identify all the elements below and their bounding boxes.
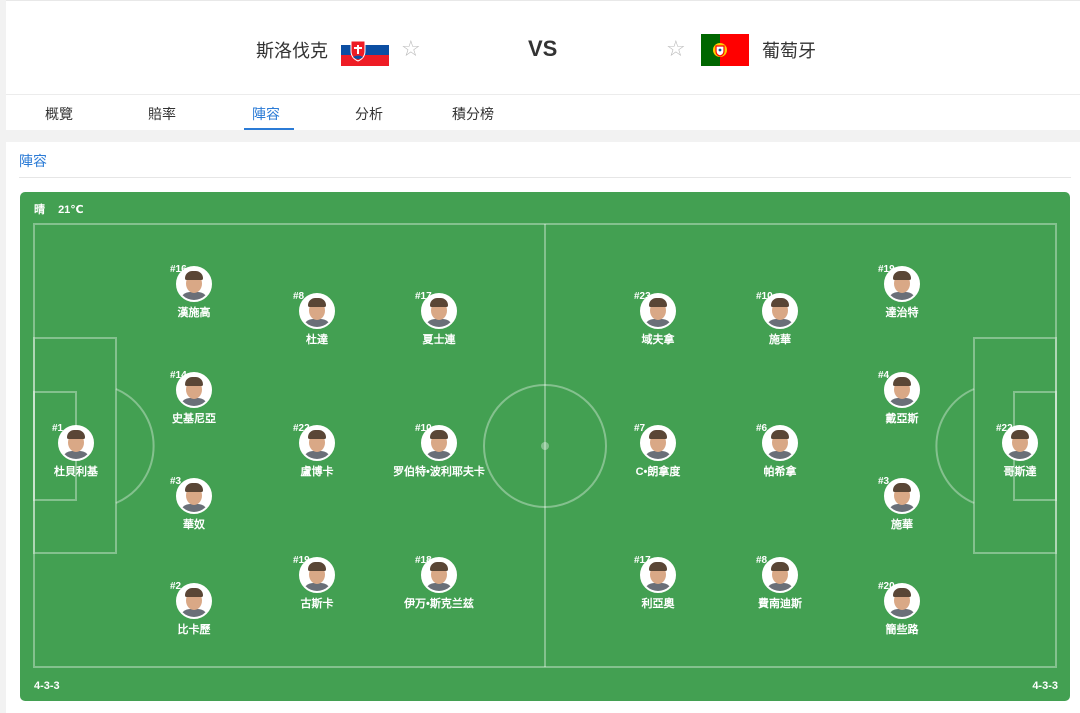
player-number: #17: [634, 555, 651, 566]
player-avatar: [299, 293, 335, 329]
tab-overview[interactable]: 概覽: [45, 104, 73, 124]
player-avatar: [762, 557, 798, 593]
away-player[interactable]: #6 帕希拿: [725, 423, 835, 479]
away-player[interactable]: #10 施華: [725, 291, 835, 347]
weather-temperature: 21℃: [58, 204, 84, 216]
player-number: #19: [878, 264, 895, 275]
away-player[interactable]: #23 域夫拿: [603, 291, 713, 347]
player-name: 施華: [891, 519, 913, 531]
player-number: #19: [293, 555, 310, 566]
away-player[interactable]: #20 簡些路: [847, 581, 957, 637]
player-name: 域夫拿: [641, 334, 675, 346]
tab-analysis[interactable]: 分析: [355, 104, 383, 124]
player-avatar: [640, 425, 676, 461]
player-name: 杜達: [306, 334, 328, 346]
away-player[interactable]: #19 達治特: [847, 264, 957, 320]
player-name: 伊万•斯克兰兹: [404, 598, 474, 610]
away-player[interactable]: #7 C•朗拿度: [603, 423, 713, 479]
home-player[interactable]: #8 杜達: [262, 291, 372, 347]
player-name: 杜貝利基: [54, 466, 98, 478]
home-player[interactable]: #22 盧博卡: [262, 423, 372, 479]
player-avatar: [176, 583, 212, 619]
tab-standings[interactable]: 積分榜: [452, 104, 494, 124]
slovakia-flag-icon: [341, 34, 389, 66]
player-name: 夏士連: [422, 334, 456, 346]
player-number: #10: [415, 423, 432, 434]
player-name: 簡些路: [885, 624, 919, 636]
player-number: #6: [756, 423, 768, 434]
home-player[interactable]: #2 比卡歷: [139, 581, 249, 637]
player-avatar: [762, 425, 798, 461]
player-number: #22: [996, 423, 1013, 434]
player-name: 漢施高: [177, 307, 211, 319]
player-number: #2: [170, 581, 182, 592]
active-tab-indicator: [244, 128, 294, 130]
player-avatar: [58, 425, 94, 461]
player-avatar: [176, 478, 212, 514]
home-player[interactable]: #18 伊万•斯克兰兹: [384, 555, 494, 611]
home-player[interactable]: #10 罗伯特•波利耶夫卡: [384, 423, 494, 479]
player-number: #10: [756, 291, 773, 302]
away-team-name[interactable]: 葡萄牙: [762, 37, 816, 63]
player-number: #8: [756, 555, 768, 566]
player-name: 施華: [769, 334, 791, 346]
player-number: #16: [170, 264, 187, 275]
away-player[interactable]: #4 戴亞斯: [847, 370, 957, 426]
player-name: 比卡歷: [177, 624, 211, 636]
away-player[interactable]: #17 利亞奧: [603, 555, 713, 611]
player-number: #4: [878, 370, 890, 381]
match-tabs: 概覽 賠率 陣容 分析 積分榜: [6, 94, 1080, 130]
home-player[interactable]: #14 史基尼亞: [139, 370, 249, 426]
away-formation: 4-3-3: [1032, 680, 1058, 692]
player-number: #18: [415, 555, 432, 566]
player-name: 盧博卡: [300, 466, 334, 478]
player-number: #14: [170, 370, 187, 381]
vs-label: VS: [528, 36, 558, 61]
tab-odds[interactable]: 賠率: [148, 104, 176, 124]
player-number: #8: [293, 291, 305, 302]
section-title: 陣容: [19, 153, 47, 169]
away-player[interactable]: #3 施華: [847, 476, 957, 532]
home-team-name[interactable]: 斯洛伐克: [256, 37, 328, 63]
player-name: 帕希拿: [763, 466, 797, 478]
section-divider: [19, 177, 1071, 178]
player-name: 哥斯達: [1003, 466, 1037, 478]
tab-lineup[interactable]: 陣容: [252, 104, 280, 124]
player-number: #22: [293, 423, 310, 434]
away-favorite-star-icon[interactable]: ☆: [666, 36, 686, 62]
player-number: #3: [878, 476, 890, 487]
player-name: 戴亞斯: [885, 413, 919, 425]
football-pitch: 晴 21℃ #1 杜貝利基 #16 漢施高 #14 史基尼亞 #3 華奴 #2 …: [20, 192, 1070, 701]
player-number: #17: [415, 291, 432, 302]
player-name: 利亞奧: [641, 598, 675, 610]
home-player[interactable]: #3 華奴: [139, 476, 249, 532]
player-number: #1: [52, 423, 64, 434]
home-favorite-star-icon[interactable]: ☆: [401, 36, 421, 62]
weather-condition: 晴: [34, 204, 45, 216]
player-number: #7: [634, 423, 646, 434]
home-player[interactable]: #17 夏士連: [384, 291, 494, 347]
player-avatar: [884, 372, 920, 408]
home-player[interactable]: #16 漢施高: [139, 264, 249, 320]
player-name: 達治特: [885, 307, 919, 319]
weather-info: 晴 21℃: [34, 201, 94, 217]
match-header: 斯洛伐克 ☆ VS ☆ 葡萄牙: [6, 0, 1080, 94]
home-player[interactable]: #1 杜貝利基: [21, 423, 131, 479]
player-number: #3: [170, 476, 182, 487]
player-avatar: [884, 478, 920, 514]
player-name: 史基尼亞: [172, 413, 216, 425]
player-name: 費南迪斯: [758, 598, 802, 610]
away-player[interactable]: #22 哥斯達: [965, 423, 1070, 479]
away-player[interactable]: #8 費南迪斯: [725, 555, 835, 611]
player-name: 華奴: [183, 519, 205, 531]
player-name: 古斯卡: [300, 598, 334, 610]
player-number: #23: [634, 291, 651, 302]
home-formation: 4-3-3: [34, 680, 60, 692]
home-player[interactable]: #19 古斯卡: [262, 555, 372, 611]
player-name: C•朗拿度: [635, 466, 681, 478]
portugal-flag-icon: [701, 34, 749, 66]
player-name: 罗伯特•波利耶夫卡: [393, 466, 485, 478]
player-number: #20: [878, 581, 895, 592]
